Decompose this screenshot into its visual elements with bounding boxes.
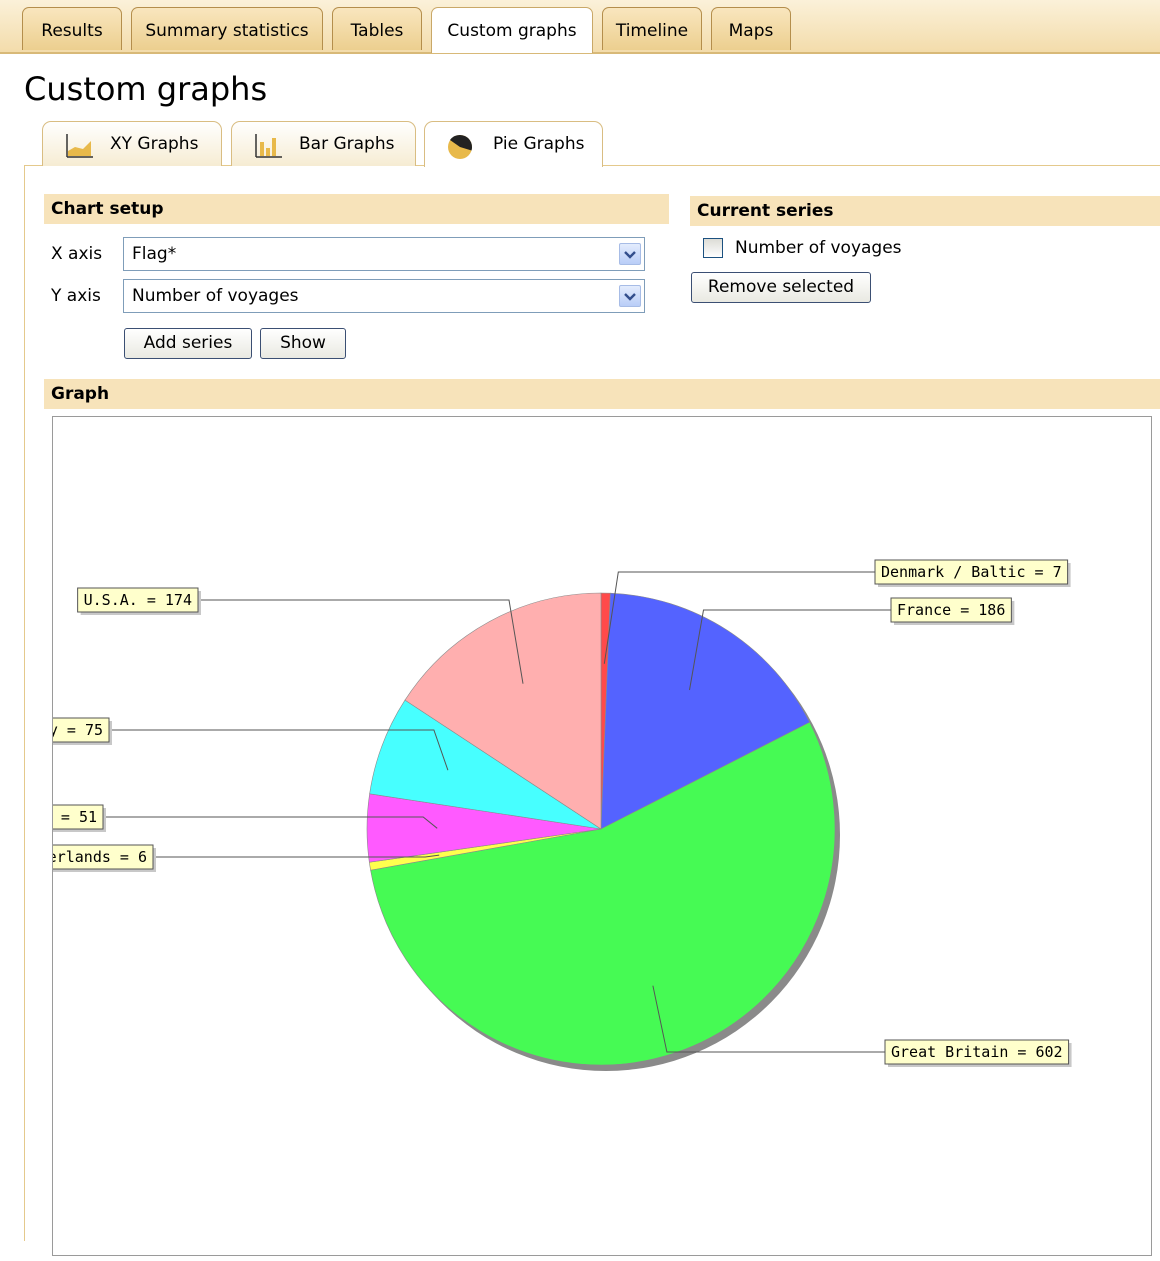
- data-label-france: France = 186: [897, 601, 1005, 619]
- data-label-u-s-a: U.S.A. = 174: [84, 591, 192, 609]
- tab-timeline[interactable]: Timeline: [602, 7, 702, 50]
- tab-timeline-label: Timeline: [615, 21, 689, 41]
- y-axis-dropdown-button[interactable]: [619, 285, 641, 307]
- pie-chart: Denmark / Baltic = 7 France = 186 Great Br…: [0, 559, 1072, 1071]
- tab-xy-graphs-label: XY Graphs: [110, 134, 199, 154]
- remove-selected-button[interactable]: Remove selected: [691, 272, 871, 303]
- tab-custom-graphs-label: Custom graphs: [447, 21, 577, 41]
- tab-pie-graphs[interactable]: Pie Graphs: [424, 121, 603, 167]
- tab-maps-label: Maps: [728, 21, 774, 41]
- data-label-great-britain: Great Britain = 602: [891, 1043, 1063, 1061]
- x-axis-dropdown-button[interactable]: [619, 243, 641, 265]
- tab-maps[interactable]: Maps: [711, 7, 791, 50]
- tab-pie-graphs-label: Pie Graphs: [493, 134, 585, 154]
- chart-setup-header: Chart setup: [44, 194, 669, 224]
- current-series-header: Current series: [690, 196, 1160, 226]
- tab-xy-graphs[interactable]: XY Graphs: [42, 121, 222, 166]
- tab-summary-statistics[interactable]: Summary statistics: [131, 7, 323, 50]
- data-label-netherlands: Netherlands = 6: [53, 848, 147, 866]
- pie-slices: [366, 592, 836, 1066]
- graph-header: Graph: [44, 379, 1160, 409]
- tab-tables[interactable]: Tables: [332, 7, 422, 50]
- data-label-portugal-brazil: Portugal / Brazil = 51: [53, 808, 97, 826]
- top-tab-bar: Results Summary statistics Tables Custom…: [0, 0, 1160, 54]
- chevron-down-icon: [624, 293, 636, 301]
- tab-bar-graphs[interactable]: Bar Graphs: [231, 121, 416, 166]
- graph-area: Denmark / Baltic = 7 France = 186 Great Br…: [0, 416, 1152, 1256]
- data-label-spain-uruguay: Spain / Uruguay = 75: [53, 721, 103, 739]
- chevron-down-icon: [624, 251, 636, 259]
- bar-graph-icon: [255, 134, 282, 158]
- tab-bar-graphs-label: Bar Graphs: [299, 134, 395, 154]
- xy-graph-icon: [66, 134, 93, 158]
- pie-graph-icon: [448, 134, 473, 159]
- add-series-button[interactable]: Add series: [124, 328, 252, 359]
- tab-custom-graphs[interactable]: Custom graphs: [431, 7, 593, 53]
- series-checkbox[interactable]: [703, 238, 723, 258]
- series-item-label: Number of voyages: [735, 238, 902, 258]
- tab-results[interactable]: Results: [22, 7, 122, 50]
- show-button[interactable]: Show: [260, 328, 346, 359]
- data-label-denmark-baltic: Denmark / Baltic = 7: [881, 563, 1062, 581]
- page-title: Custom graphs: [24, 70, 268, 108]
- x-axis-label: X axis: [51, 244, 103, 264]
- x-axis-select-value: Flag*: [132, 244, 177, 264]
- content-left-border: [24, 165, 25, 1241]
- tab-results-label: Results: [41, 21, 103, 41]
- y-axis-label: Y axis: [51, 286, 101, 306]
- y-axis-select-value: Number of voyages: [132, 286, 299, 306]
- x-axis-select[interactable]: Flag*: [123, 237, 645, 271]
- tab-tables-label: Tables: [350, 21, 404, 41]
- y-axis-select[interactable]: Number of voyages: [123, 279, 645, 313]
- tab-summary-statistics-label: Summary statistics: [145, 21, 309, 41]
